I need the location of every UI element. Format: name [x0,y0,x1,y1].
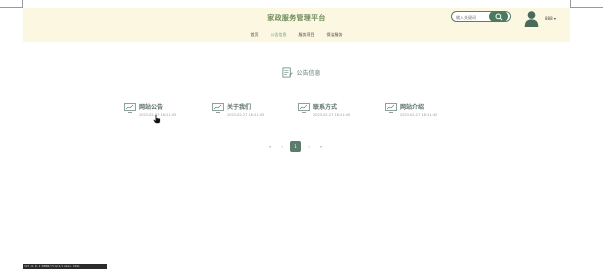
pagination-last[interactable]: » [315,141,327,152]
notice-item[interactable]: 联系方式 2023-02-27 18:21:45 [298,102,378,122]
notice-item-title: 网站公告 [139,104,164,111]
pagination: « ‹ 1 › » [264,141,330,152]
notice-item-date: 2023-02-27 18:21:45 [313,113,351,117]
notice-item-date: 2023-02-27 18:21:45 [400,113,438,117]
search-button[interactable] [489,11,508,22]
notice-item-title: 网站介绍 [400,104,425,111]
notice-list: 网站公告 2023-02-27 18:21:45 关于我们 2023-02-27… [124,102,454,122]
notice-section-header: 公告信息 [0,64,603,80]
pagination-prev[interactable]: ‹ [276,141,288,152]
chevron-down-icon: ▾ [553,16,556,21]
search-input[interactable] [456,13,488,21]
nav-item-home[interactable]: 首页 [251,30,259,40]
nav-item-services[interactable]: 服务项目 [299,30,315,40]
notice-item-date: 2023-02-27 18:21:45 [227,113,265,117]
notepad-edit-icon [283,67,294,77]
main-nav: 首页 公告信息 服务项目 保洁服务 [23,30,570,40]
notice-item[interactable]: 网站介绍 2023-02-27 18:21:45 [385,102,465,122]
monitor-chart-icon [385,103,397,113]
notice-item[interactable]: 网站公告 2023-02-27 18:21:45 [124,102,204,122]
pagination-first[interactable]: « [264,141,276,152]
nav-item-notice[interactable]: 公告信息 [271,30,287,40]
pagination-next[interactable]: › [303,141,315,152]
nav-item-cleaning[interactable]: 保洁服务 [327,30,343,40]
search-icon [494,12,503,21]
notice-item-title: 关于我们 [227,104,252,111]
hand-cursor-icon [153,114,161,124]
notice-item-title: 联系方式 [313,104,338,111]
notice-section-title: 公告信息 [296,69,321,77]
avatar[interactable] [523,10,540,27]
monitor-chart-icon [124,103,136,113]
username: 888 [545,16,553,21]
monitor-chart-icon [212,103,224,113]
browser-status-bar: 127.0.0.1:8080/front/index.html [23,264,107,269]
notice-item[interactable]: 关于我们 2023-02-27 18:21:45 [212,102,292,122]
window-frame-left [0,0,23,8]
window-frame-right [570,0,603,8]
monitor-chart-icon [298,103,310,113]
user-menu[interactable]: 888 ▾ [545,16,556,21]
pagination-current-page[interactable]: 1 [290,141,301,152]
